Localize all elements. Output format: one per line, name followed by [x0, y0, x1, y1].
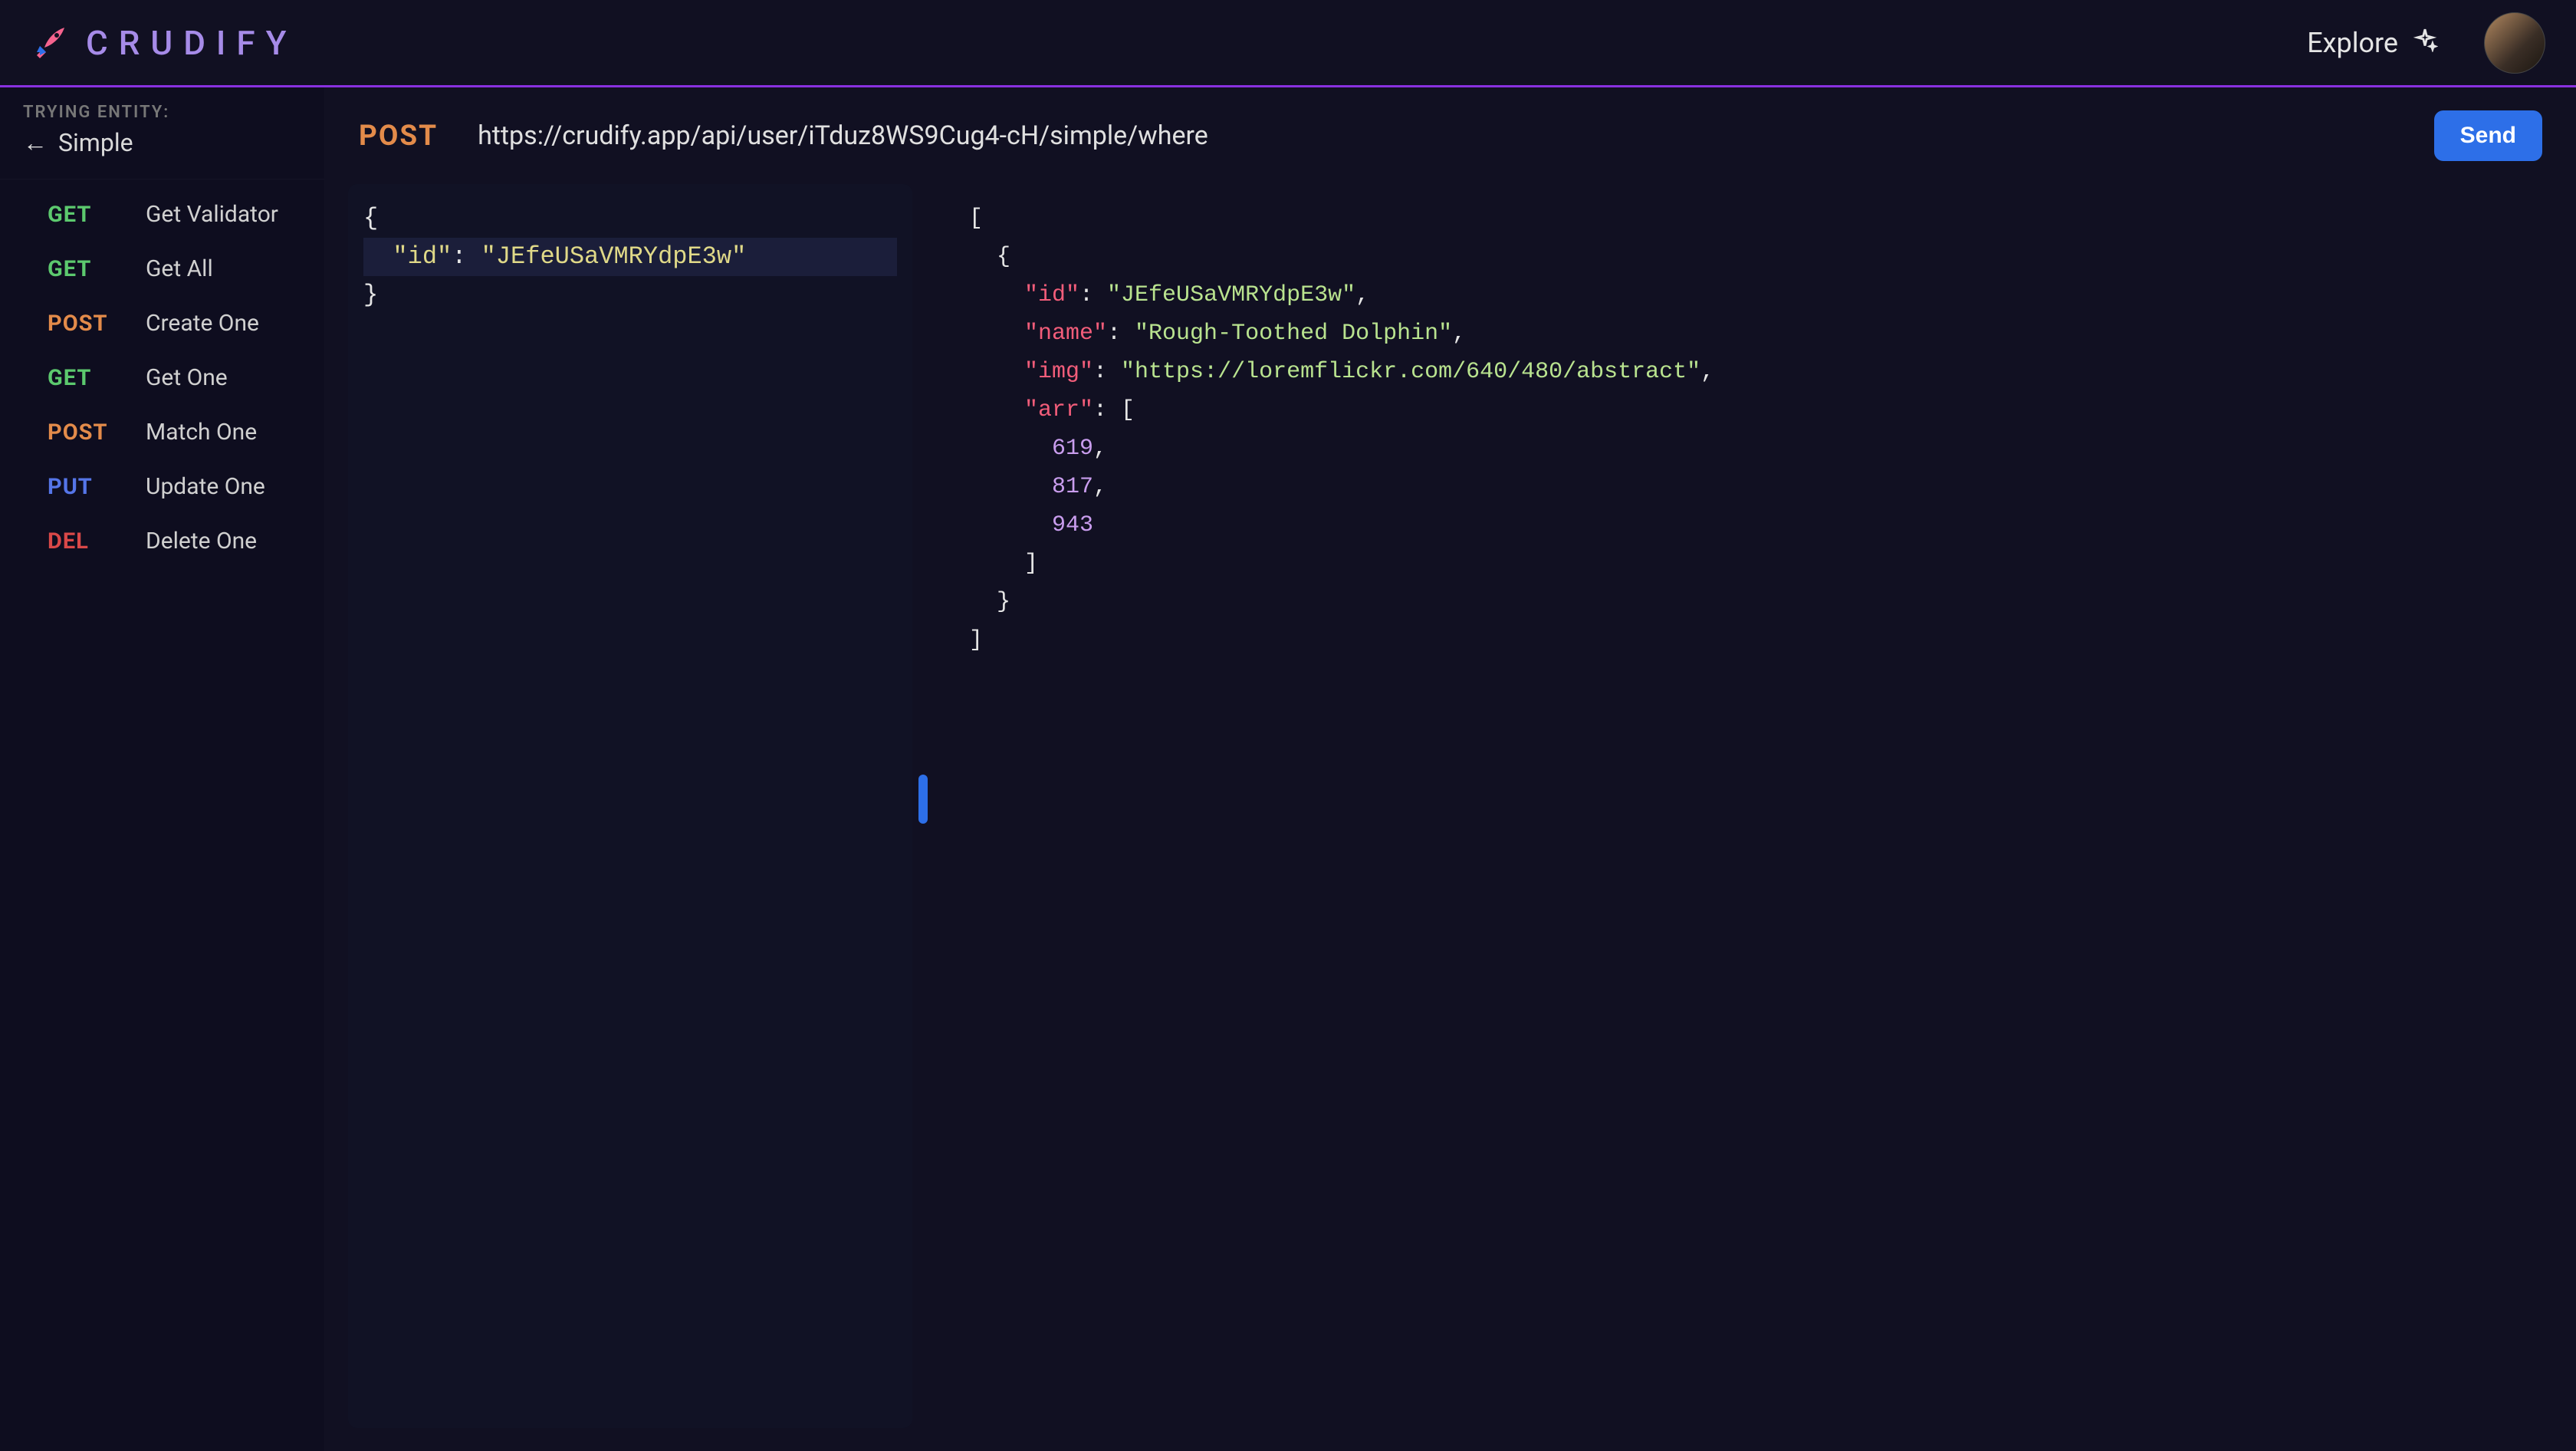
endpoint-method: GET: [48, 202, 133, 228]
endpoint-name: Get Validator: [146, 201, 278, 228]
endpoint-name: Create One: [146, 310, 259, 337]
brand[interactable]: CRUDIFY: [31, 23, 297, 63]
explore-link[interactable]: Explore: [2307, 26, 2438, 59]
user-avatar[interactable]: [2484, 12, 2545, 74]
sidebar-endpoint-item[interactable]: PUT Update One: [0, 459, 324, 514]
request-url[interactable]: https://crudify.app/api/user/iTduz8WS9Cu…: [478, 120, 2394, 151]
endpoint-method: DEL: [48, 528, 133, 554]
divider-handle-icon: [918, 775, 928, 824]
request-method: POST: [359, 120, 438, 153]
response-body-viewer[interactable]: [ { "id": "JEfeUSaVMRYdpE3w", "name": "R…: [946, 184, 2576, 1428]
rocket-icon: [31, 25, 67, 61]
sidebar-endpoint-item[interactable]: GET Get Validator: [0, 187, 324, 242]
endpoint-name: Match One: [146, 419, 257, 446]
sidebar: TRYING ENTITY: ← Simple GET Get Validator…: [0, 87, 325, 1451]
pane-divider[interactable]: [915, 775, 943, 1428]
endpoint-method: GET: [48, 365, 133, 391]
endpoint-name: Get All: [146, 255, 213, 282]
entity-name: Simple: [58, 128, 133, 157]
sidebar-endpoint-item[interactable]: POST Match One: [0, 405, 324, 459]
endpoint-method: POST: [48, 420, 133, 446]
endpoint-name: Delete One: [146, 528, 257, 554]
endpoint-method: PUT: [48, 474, 133, 500]
entity-header-label: TRYING ENTITY:: [23, 103, 301, 122]
brand-text: CRUDIFY: [86, 23, 297, 63]
entity-back-link[interactable]: ← Simple: [23, 128, 301, 157]
explore-label: Explore: [2307, 27, 2398, 59]
sparkle-icon: [2412, 26, 2438, 59]
top-navbar: CRUDIFY Explore: [0, 0, 2576, 87]
endpoint-method: POST: [48, 311, 133, 337]
endpoint-name: Update One: [146, 473, 265, 500]
sidebar-endpoint-item[interactable]: POST Create One: [0, 296, 324, 350]
endpoint-list: GET Get Validator GET Get All POST Create One…: [0, 179, 324, 568]
request-body-editor[interactable]: { "id": "JEfeUSaVMRYdpE3w" }: [348, 184, 912, 1428]
request-bar: POST https://crudify.app/api/user/iTduz8…: [325, 87, 2576, 184]
send-button[interactable]: Send: [2434, 110, 2542, 161]
endpoint-name: Get One: [146, 364, 228, 391]
back-arrow-icon: ←: [23, 130, 48, 155]
sidebar-endpoint-item[interactable]: GET Get One: [0, 350, 324, 405]
sidebar-endpoint-item[interactable]: GET Get All: [0, 242, 324, 296]
sidebar-endpoint-item[interactable]: DEL Delete One: [0, 514, 324, 568]
endpoint-method: GET: [48, 256, 133, 282]
